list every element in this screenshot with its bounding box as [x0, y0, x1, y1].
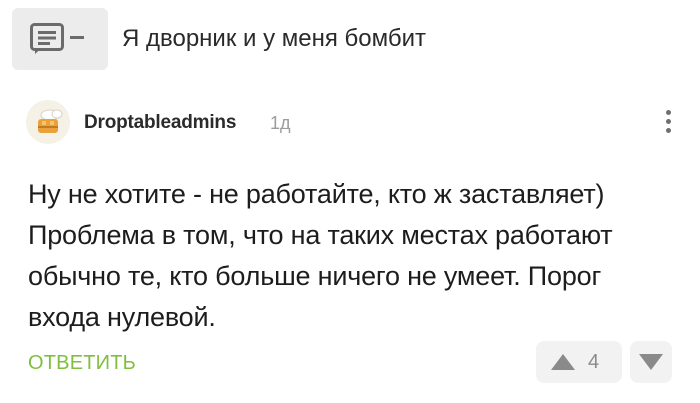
- post-title[interactable]: Я дворник и у меня бомбит: [122, 25, 426, 53]
- downvote-button[interactable]: [630, 341, 672, 383]
- comment-body: Ну не хотите - не работайте, кто ж заста…: [28, 174, 678, 338]
- rating-control: 4: [536, 341, 622, 383]
- avatar-image: [26, 100, 70, 144]
- text-post-icon: [30, 23, 84, 54]
- comment-time: 1д: [270, 113, 291, 133]
- comment-header: Droptableadmins 1д: [26, 100, 686, 144]
- post-header[interactable]: Я дворник и у меня бомбит: [12, 8, 692, 70]
- reply-button[interactable]: ОТВЕТИТЬ: [28, 352, 136, 375]
- triangle-up-icon[interactable]: [550, 353, 576, 371]
- more-vertical-icon[interactable]: [660, 104, 676, 140]
- more-dot: [666, 128, 671, 133]
- rating-count: 4: [588, 351, 600, 373]
- comment-text-line: Проблема в том, что на таких местах рабо…: [28, 220, 613, 332]
- more-dot: [666, 110, 671, 115]
- triangle-down-icon: [639, 354, 663, 370]
- comment-text-line: Ну не хотите - не работайте, кто ж заста…: [28, 179, 605, 209]
- more-dot: [666, 119, 671, 124]
- comment-username[interactable]: Droptableadmins: [84, 112, 236, 134]
- avatar[interactable]: [26, 100, 70, 144]
- post-thumbnail[interactable]: [12, 8, 108, 70]
